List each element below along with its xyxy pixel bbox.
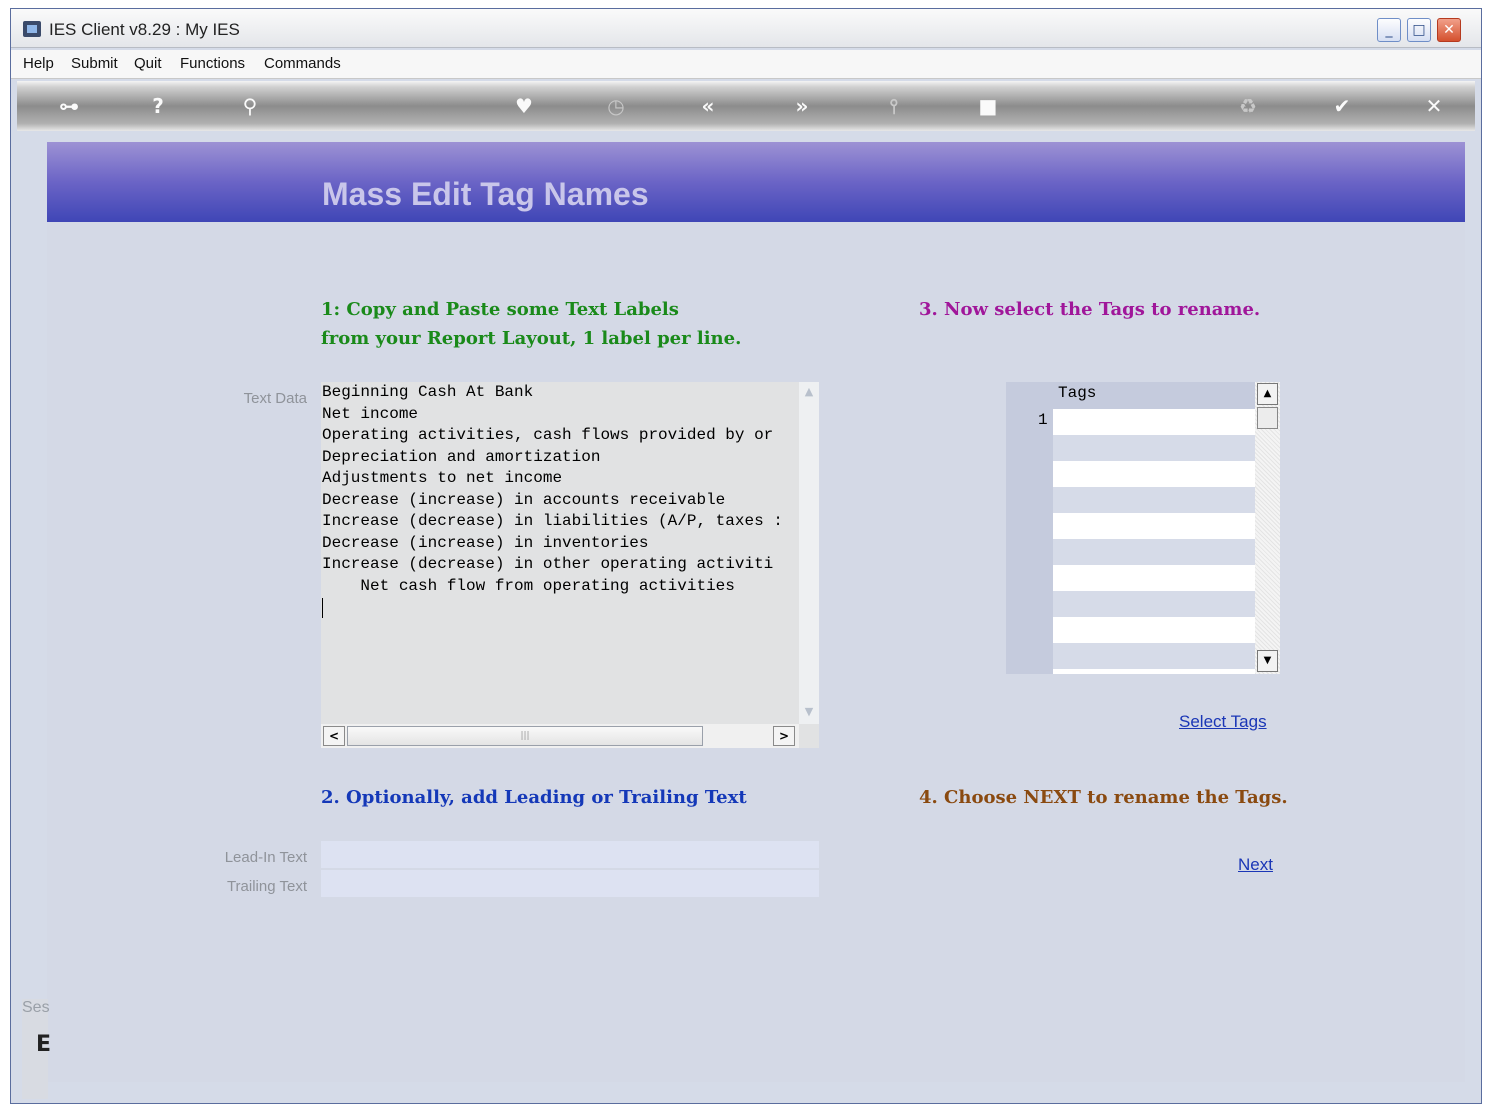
key-icon[interactable]: ⊶ (47, 93, 91, 119)
step2-heading: 2. Optionally, add Leading or Trailing T… (321, 787, 747, 808)
text-data-label: Text Data (243, 390, 307, 407)
text-caret (322, 598, 323, 618)
tools-icon[interactable]: ⫯ (881, 93, 907, 119)
search-icon[interactable]: ⚲ (237, 93, 263, 119)
scroll-left-icon[interactable]: < (323, 726, 345, 746)
step1-line2: from your Report Layout, 1 label per lin… (321, 328, 742, 349)
tag-row[interactable] (1053, 461, 1255, 487)
tags-grid[interactable]: Tags 1 ▲ ▼ (1006, 382, 1280, 674)
tag-row[interactable] (1053, 539, 1255, 565)
scroll-down-icon[interactable]: ▼ (799, 702, 819, 722)
cancel-icon[interactable]: ✕ (1421, 93, 1447, 119)
trailing-input[interactable] (321, 870, 819, 897)
tags-column-header: Tags (1058, 384, 1097, 402)
scroll-up-icon[interactable]: ▲ (799, 382, 819, 402)
text-data-field[interactable]: Beginning Cash At Bank Net income Operat… (321, 382, 819, 748)
text-data-content[interactable]: Beginning Cash At Bank Net income Operat… (322, 382, 798, 722)
menu-help[interactable]: Help (23, 55, 54, 72)
text-data-vscroll[interactable]: ▲ ▼ (799, 382, 819, 724)
select-tags-link[interactable]: Select Tags (1179, 712, 1267, 732)
tags-scroll-up-icon[interactable]: ▲ (1257, 383, 1278, 405)
tag-row[interactable] (1053, 591, 1255, 617)
app-icon (23, 21, 41, 37)
hscroll-thumb[interactable]: ||| (347, 726, 703, 746)
back-icon[interactable]: « (695, 93, 721, 119)
scroll-right-icon[interactable]: > (773, 726, 795, 746)
tag-row-number: 1 (1038, 411, 1048, 429)
step3-heading: 3. Now select the Tags to rename. (919, 299, 1261, 320)
menu-bar: Help Submit Quit Functions Commands (11, 50, 1481, 79)
recycle-icon[interactable]: ♻ (1235, 93, 1261, 119)
tag-row[interactable] (1053, 669, 1255, 674)
lead-in-label: Lead-In Text (224, 849, 307, 866)
status-e-icon: E (36, 1032, 52, 1057)
lead-in-input[interactable] (321, 841, 819, 868)
forward-icon[interactable]: » (789, 93, 815, 119)
menu-quit[interactable]: Quit (134, 55, 162, 72)
page-header: Mass Edit Tag Names (47, 142, 1465, 222)
session-text: Ses (22, 999, 50, 1016)
check-icon[interactable]: ✔ (1329, 93, 1355, 119)
menu-commands[interactable]: Commands (264, 55, 341, 72)
main-content: Mass Edit Tag Names 1: Copy and Paste so… (47, 142, 1465, 1082)
window-title: IES Client v8.29 : My IES (49, 20, 240, 39)
trailing-label: Trailing Text (226, 878, 307, 895)
tag-row[interactable] (1053, 513, 1255, 539)
help-icon[interactable]: ? (145, 93, 171, 119)
step1-line1: 1: Copy and Paste some Text Labels (321, 299, 679, 320)
menu-functions[interactable]: Functions (180, 55, 245, 72)
clock-icon[interactable]: ◷ (603, 93, 629, 119)
tag-row[interactable] (1053, 643, 1255, 669)
tags-scroll-down-icon[interactable]: ▼ (1257, 650, 1278, 672)
maximize-button[interactable]: □ (1407, 18, 1431, 42)
tags-rows (1053, 409, 1255, 674)
next-link[interactable]: Next (1238, 855, 1273, 875)
tag-row[interactable] (1053, 617, 1255, 643)
heart-icon[interactable]: ♥ (511, 93, 537, 119)
minimize-button[interactable]: _ (1377, 18, 1401, 42)
status-panel: Ses E (22, 999, 52, 1099)
page-title: Mass Edit Tag Names (322, 176, 649, 212)
tag-row[interactable] (1053, 487, 1255, 513)
app-window: IES Client v8.29 : My IES _ □ ✕ Help Sub… (10, 8, 1482, 1104)
text-data-hscroll[interactable]: < ||| > (321, 724, 799, 748)
tag-row[interactable] (1053, 565, 1255, 591)
close-button[interactable]: ✕ (1437, 18, 1461, 42)
chip-icon[interactable]: ■ (975, 93, 1001, 119)
toolbar: ⊶ ? ⚲ ♥ ◷ « » ⫯ ■ ♻ ✔ ✕ (17, 81, 1475, 131)
tag-row[interactable] (1053, 435, 1255, 461)
menu-submit[interactable]: Submit (71, 55, 118, 72)
tags-scroll-thumb[interactable] (1257, 407, 1278, 429)
title-bar: IES Client v8.29 : My IES _ □ ✕ (11, 9, 1481, 48)
tags-vscroll[interactable]: ▲ ▼ (1255, 382, 1280, 674)
tag-row[interactable] (1053, 409, 1255, 435)
step4-heading: 4. Choose NEXT to rename the Tags. (919, 787, 1288, 808)
